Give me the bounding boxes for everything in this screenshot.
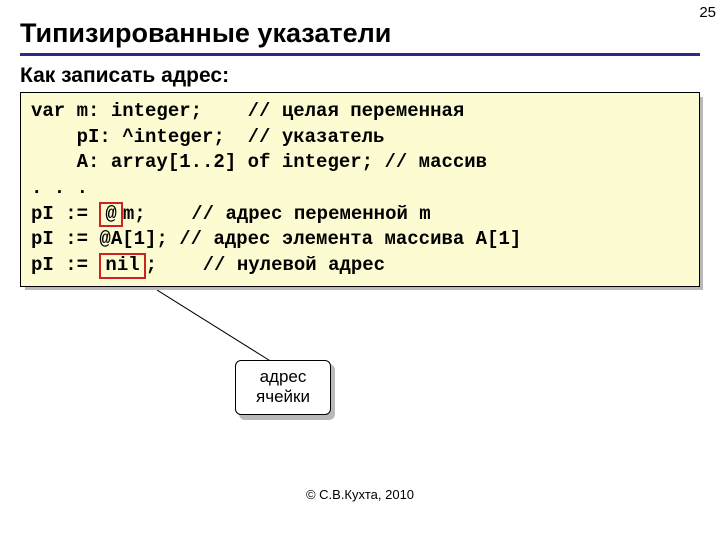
footer-copyright: © С.В.Кухта, 2010 xyxy=(0,487,720,502)
code-box: var m: integer; // целая переменная pI: … xyxy=(20,92,700,287)
code-content: var m: integer; // целая переменная pI: … xyxy=(20,92,700,287)
code-line: pI := nil; // нулевой адрес xyxy=(31,254,385,276)
code-line: . . . xyxy=(31,177,88,199)
title-rule xyxy=(20,53,700,56)
code-line: A: array[1..2] of integer; // массив xyxy=(31,151,487,173)
highlight-nil: nil xyxy=(99,253,145,279)
slide-title: Типизированные указатели xyxy=(20,18,700,49)
slide-content: Типизированные указатели Как записать ад… xyxy=(0,0,720,287)
code-line: var m: integer; // целая переменная xyxy=(31,100,464,122)
callout-connector xyxy=(157,290,287,370)
code-line: pI := @m; // адрес переменной m xyxy=(31,203,431,225)
slide-subtitle: Как записать адрес: xyxy=(20,64,700,88)
code-line: pI := @A[1]; // адрес элемента массива A… xyxy=(31,228,521,250)
page-number: 25 xyxy=(699,4,716,21)
callout: адрес ячейки xyxy=(235,360,331,415)
callout-text-line: ячейки xyxy=(246,387,320,407)
highlight-at-sign: @ xyxy=(99,202,122,228)
callout-body: адрес ячейки xyxy=(235,360,331,415)
code-line: pI: ^integer; // указатель xyxy=(31,126,384,148)
callout-text-line: адрес xyxy=(246,367,320,387)
